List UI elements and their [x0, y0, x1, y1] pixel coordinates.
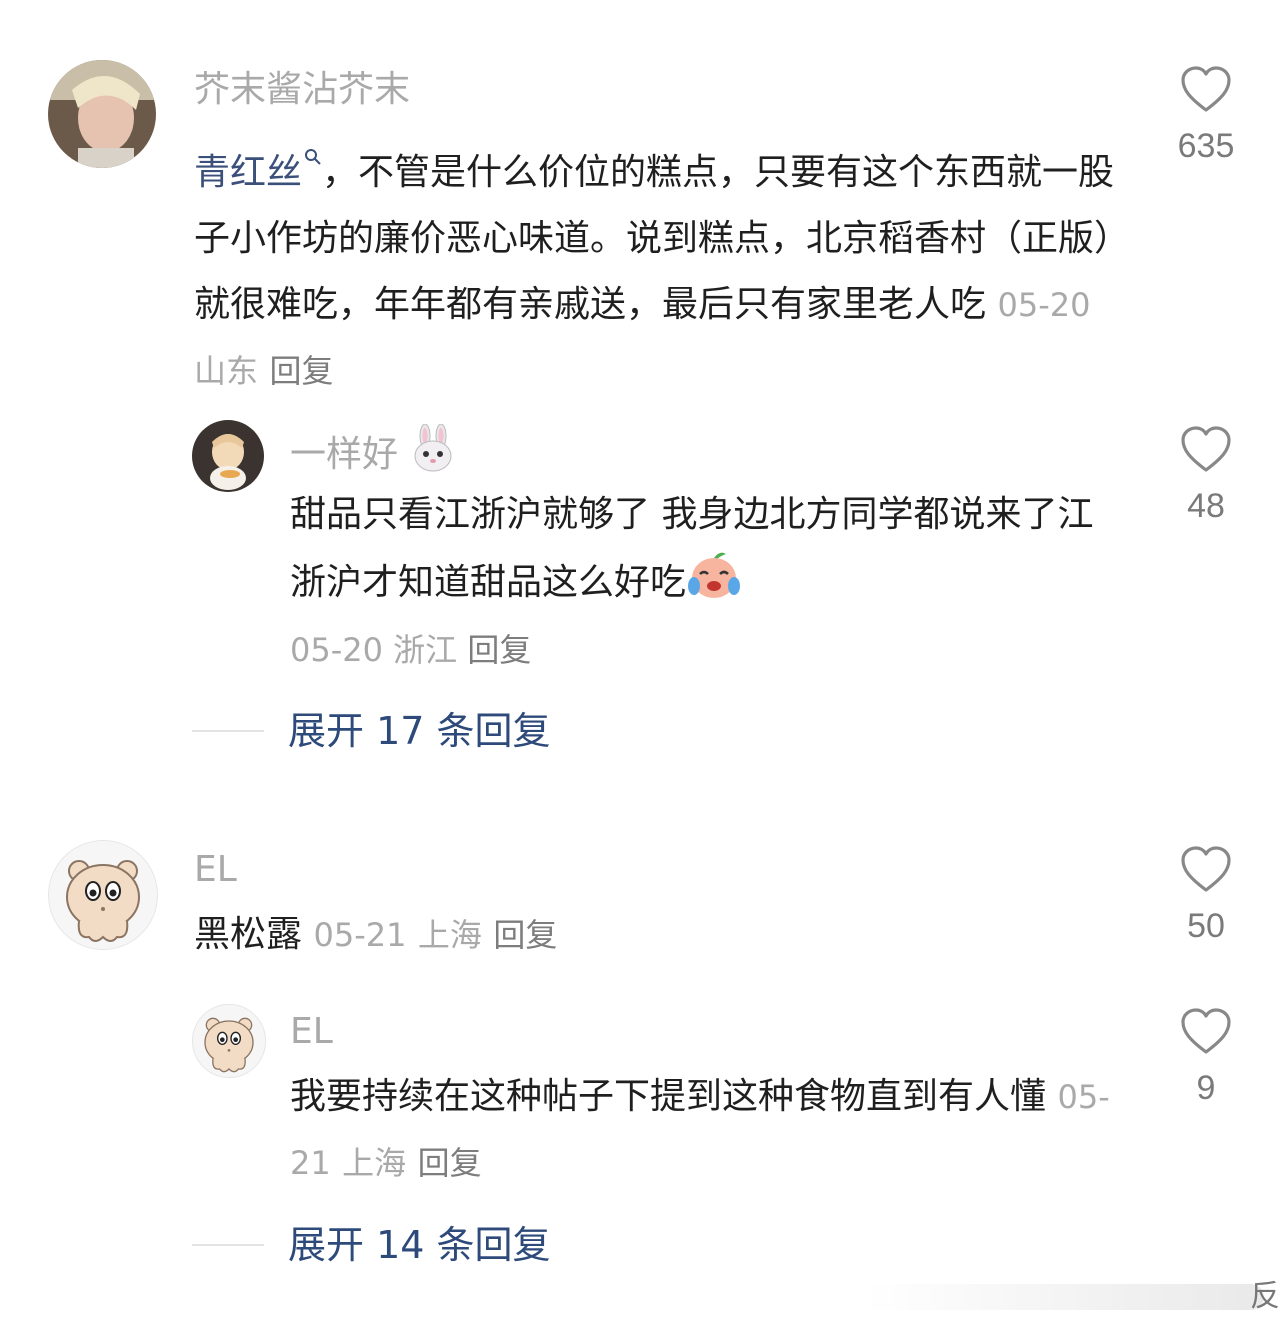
like-button[interactable]: 635 [1156, 66, 1256, 168]
comment-text: 黑松露 05-21 上海 回复 [194, 902, 1124, 968]
comment-date: 05-21 [313, 916, 407, 954]
like-count: 48 [1187, 487, 1225, 525]
reply-text: 我要持续在这种帖子下提到这种食物直到有人懂 05-21 上海 回复 [290, 1064, 1140, 1196]
heart-icon [1181, 66, 1231, 112]
comment-location: 山东 [194, 352, 259, 390]
reply-button[interactable]: 回复 [467, 631, 531, 669]
reply-username[interactable]: 一样好 [290, 423, 457, 483]
watermark: 反 [864, 1280, 1284, 1314]
like-count: 9 [1196, 1069, 1216, 1107]
reply-button[interactable]: 回复 [269, 352, 333, 390]
reply-button[interactable]: 回复 [418, 1144, 482, 1182]
comment-location: 上海 [417, 916, 482, 954]
reply-location: 浙江 [393, 631, 458, 669]
comment-text-body: 黑松露 [194, 914, 303, 955]
expand-replies-label: 展开 14 条回复 [288, 1223, 551, 1267]
reply-username-text: 一样好 [290, 434, 399, 475]
avatar[interactable] [192, 420, 264, 492]
comment-text: 青红丝 ，不管是什么价位的糕点，只要有这个东西就一股子小作坊的廉价恶心味道。说到糕… [194, 122, 1124, 404]
avatar[interactable] [48, 60, 156, 168]
divider [192, 730, 264, 732]
search-keyword-link[interactable]: 青红丝 [194, 152, 302, 193]
divider [192, 1244, 264, 1246]
heart-icon [1181, 846, 1231, 892]
like-count: 50 [1187, 907, 1225, 945]
heart-icon [1181, 426, 1231, 472]
reply-text-body: 我要持续在这种帖子下提到这种食物直到有人懂 [290, 1076, 1047, 1117]
avatar[interactable] [192, 1004, 266, 1078]
reply-button[interactable]: 回复 [493, 916, 557, 954]
reply-location: 上海 [342, 1144, 407, 1182]
watermark-text: 反 [1250, 1279, 1280, 1314]
like-count: 635 [1177, 127, 1235, 165]
comment-date: 05-20 [997, 286, 1091, 324]
comment-username[interactable]: EL [194, 848, 237, 892]
bear-cartoon-avatar [193, 1005, 265, 1077]
reply-meta: 05-20 浙江 回复 [290, 628, 531, 672]
expand-replies-button[interactable]: 展开 14 条回复 [192, 1222, 551, 1268]
comment-text-body: ，不管是什么价位的糕点，只要有这个东西就一股子小作坊的廉价恶心味道。说到糕点，北… [194, 152, 1115, 325]
search-icon [304, 122, 322, 188]
heart-icon [1181, 1008, 1231, 1054]
comment-username[interactable]: 芥末酱沾芥末 [194, 68, 410, 112]
reply-text: 甜品只看江浙沪就够了 我身边北方同学都说来了江浙沪才知道甜品这么好吃 [290, 482, 1110, 622]
rabbit-face-emoji [409, 423, 457, 483]
user-photo-avatar [48, 60, 156, 168]
crying-laughing-peach-emoji [686, 548, 742, 622]
reply-username[interactable]: EL [290, 1010, 333, 1054]
like-button[interactable]: 50 [1156, 846, 1256, 948]
bear-cartoon-avatar [49, 841, 157, 949]
avatar[interactable] [48, 840, 158, 950]
reply-date: 05-20 [290, 631, 383, 669]
girl-with-cake-avatar [192, 420, 264, 492]
expand-replies-button[interactable]: 展开 17 条回复 [192, 708, 551, 754]
watermark-strip-icon [864, 1284, 1264, 1310]
like-button[interactable]: 9 [1156, 1008, 1256, 1110]
like-button[interactable]: 48 [1156, 426, 1256, 528]
expand-replies-label: 展开 17 条回复 [288, 709, 551, 753]
